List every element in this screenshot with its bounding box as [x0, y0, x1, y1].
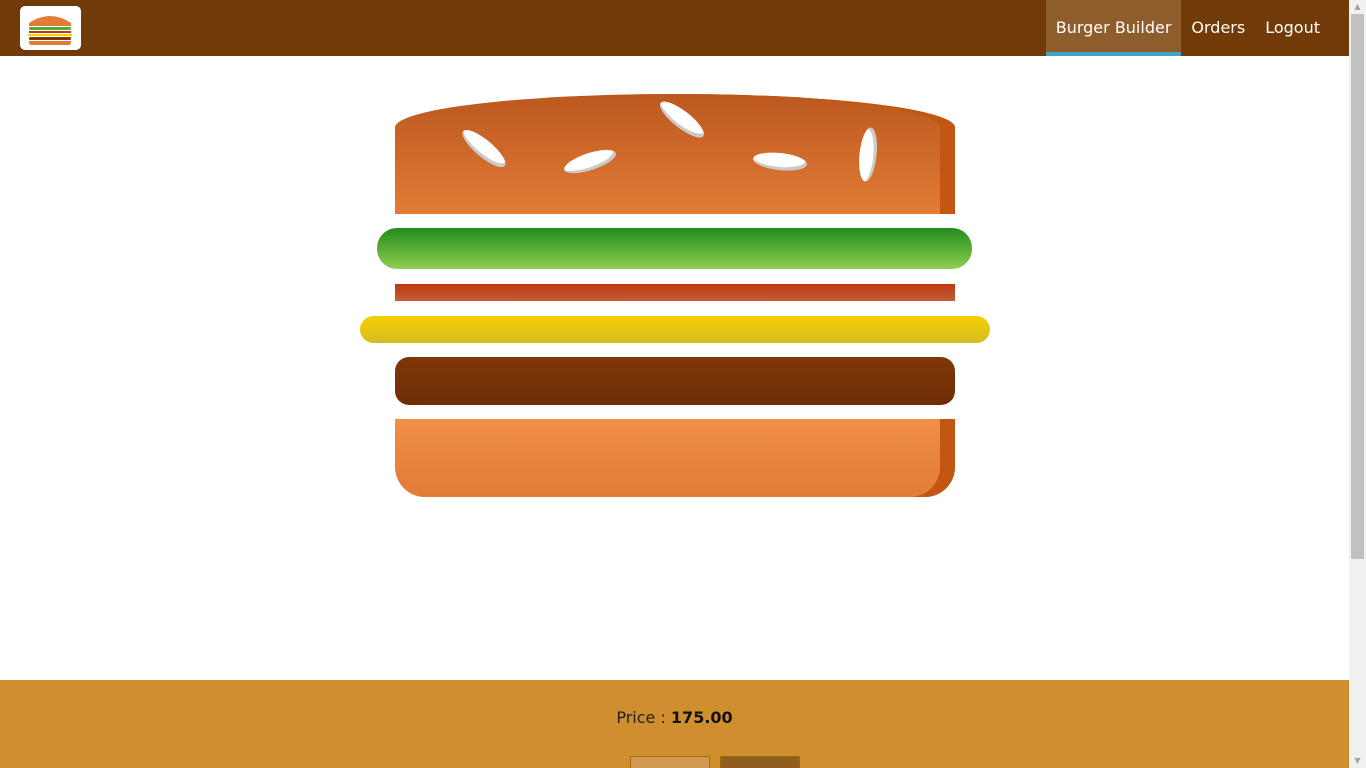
bread-top [395, 94, 955, 214]
nav-menu: Burger Builder Orders Logout [1045, 0, 1330, 56]
seed [457, 124, 511, 173]
toolbar: Burger Builder Orders Logout [0, 0, 1349, 56]
nav-item-burger-builder[interactable]: Burger Builder [1045, 0, 1182, 56]
nav-item-logout[interactable]: Logout [1255, 0, 1330, 56]
seed [752, 150, 808, 173]
price-label: Price : [616, 708, 671, 727]
salad [377, 228, 972, 269]
more-button[interactable] [720, 756, 800, 768]
seed [655, 96, 709, 143]
less-button[interactable] [630, 756, 710, 768]
page: Burger Builder Orders Logout Price : 175… [0, 0, 1366, 768]
burger-display [0, 56, 1349, 680]
nav-item-orders[interactable]: Orders [1181, 0, 1255, 56]
cheese [360, 316, 990, 343]
scrollbar[interactable]: ▲ ▼ [1349, 0, 1366, 768]
scroll-down-icon[interactable]: ▼ [1349, 754, 1366, 768]
meat [395, 357, 955, 405]
burger-logo-svg [28, 13, 72, 45]
price-display: Price : 175.00 [0, 708, 1349, 727]
seed [856, 126, 880, 183]
seed [561, 145, 619, 178]
bread-bottom [395, 419, 955, 497]
price-value: 175.00 [670, 708, 733, 727]
burger-logo-icon[interactable] [20, 6, 81, 50]
scroll-up-icon[interactable]: ▲ [1349, 0, 1366, 14]
scroll-thumb[interactable] [1351, 14, 1364, 559]
bacon [395, 284, 955, 301]
build-controls: Price : 175.00 [0, 680, 1349, 768]
